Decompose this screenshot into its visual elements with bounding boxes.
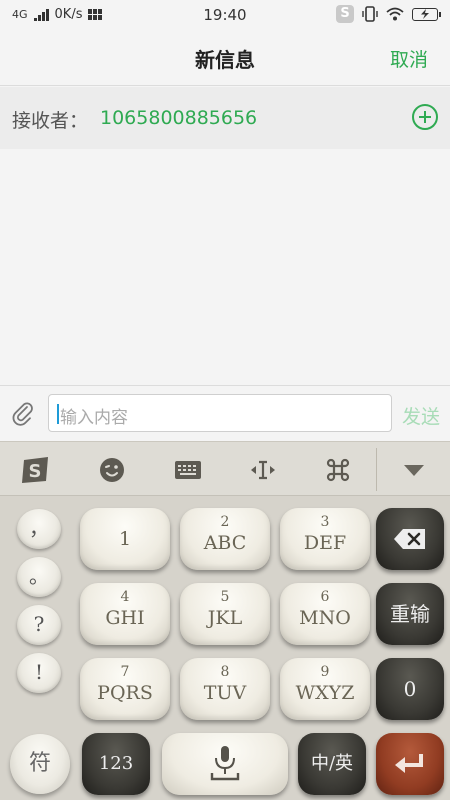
message-placeholder: 输入内容 — [60, 408, 128, 428]
key-4-letters: GHI — [105, 607, 145, 629]
key-9-letters: WXYZ — [295, 682, 355, 704]
delete-key[interactable] — [376, 508, 444, 570]
key-7-letters: PQRS — [97, 682, 153, 704]
microphone-icon — [210, 746, 240, 781]
symbols-key[interactable]: 符 — [10, 734, 70, 794]
enter-key[interactable] — [376, 733, 444, 795]
recipient-number[interactable]: 1065800885656 — [100, 107, 257, 129]
key-2-number: 2 — [220, 514, 230, 530]
vibrate-icon — [362, 6, 378, 22]
battery-icon — [412, 7, 441, 21]
send-button[interactable]: 发送 — [402, 402, 440, 429]
message-area — [0, 149, 450, 385]
status-bar: 4G 0K/s 19:40 S — [0, 0, 450, 30]
language-switch-key[interactable]: 中/英 — [298, 733, 366, 795]
key-3[interactable]: 3 DEF — [280, 508, 370, 570]
zero-key[interactable]: 0 — [376, 658, 444, 720]
key-3-number: 3 — [320, 514, 330, 530]
key-9[interactable]: 9 WXYZ — [280, 658, 370, 720]
key-1-label: 1 — [118, 528, 132, 550]
key-1[interactable]: 1 — [80, 508, 170, 570]
enter-icon — [395, 754, 423, 773]
key-8[interactable]: 8 TUV — [180, 658, 270, 720]
page-title: 新信息 — [195, 48, 255, 72]
cancel-button[interactable]: 取消 — [390, 45, 428, 72]
recipient-row[interactable]: 接收者： 1065800885656 — [0, 87, 450, 149]
keyboard-toolbar: S — [0, 441, 450, 496]
message-input[interactable]: 输入内容 — [48, 394, 392, 432]
backspace-icon — [394, 529, 425, 549]
header-bar: 新信息 取消 — [0, 30, 450, 86]
key-6-number: 6 — [320, 589, 330, 605]
key-2[interactable]: 2 ABC — [180, 508, 270, 570]
space-voice-key[interactable] — [162, 733, 288, 795]
recipient-label: 接收者： — [12, 110, 89, 132]
key-8-letters: TUV — [203, 682, 247, 704]
reinput-key[interactable]: 重输 — [376, 583, 444, 645]
key-4-number: 4 — [120, 589, 130, 605]
key-6-letters: MNO — [299, 607, 351, 629]
composer-row: 输入内容 发送 — [0, 385, 450, 441]
key-9-number: 9 — [320, 664, 330, 680]
question-key[interactable]: ? — [17, 605, 61, 645]
key-2-letters: ABC — [203, 532, 247, 554]
add-recipient-icon[interactable] — [412, 104, 438, 130]
wifi-icon — [386, 7, 404, 21]
exclamation-key[interactable]: ! — [17, 653, 61, 693]
command-icon[interactable] — [322, 454, 354, 486]
emoji-icon[interactable] — [96, 454, 128, 486]
comma-key[interactable]: ， — [17, 509, 61, 549]
toolbar-divider — [376, 448, 377, 491]
text-caret — [57, 404, 59, 424]
key-7[interactable]: 7 PQRS — [80, 658, 170, 720]
keyboard: ， 。 ? ! 1 2 ABC 3 DEF 4 GHI 5 JKL 6 MNO … — [0, 496, 450, 800]
cursor-move-icon[interactable] — [247, 454, 279, 486]
keyboard-icon[interactable] — [172, 454, 204, 486]
sogou-logo-icon[interactable]: S — [20, 454, 52, 486]
svg-text:S: S — [29, 461, 42, 482]
numbers-key[interactable]: 123 — [82, 733, 150, 795]
collapse-keyboard-icon[interactable] — [398, 454, 430, 486]
key-3-letters: DEF — [303, 532, 347, 554]
key-5-letters: JKL — [207, 607, 243, 629]
period-key[interactable]: 。 — [17, 557, 61, 597]
key-5[interactable]: 5 JKL — [180, 583, 270, 645]
key-8-number: 8 — [220, 664, 230, 680]
key-4[interactable]: 4 GHI — [80, 583, 170, 645]
sogou-status-icon: S — [336, 5, 354, 23]
attachment-icon[interactable] — [10, 400, 36, 426]
key-6[interactable]: 6 MNO — [280, 583, 370, 645]
key-5-number: 5 — [220, 589, 230, 605]
key-7-number: 7 — [120, 664, 130, 680]
